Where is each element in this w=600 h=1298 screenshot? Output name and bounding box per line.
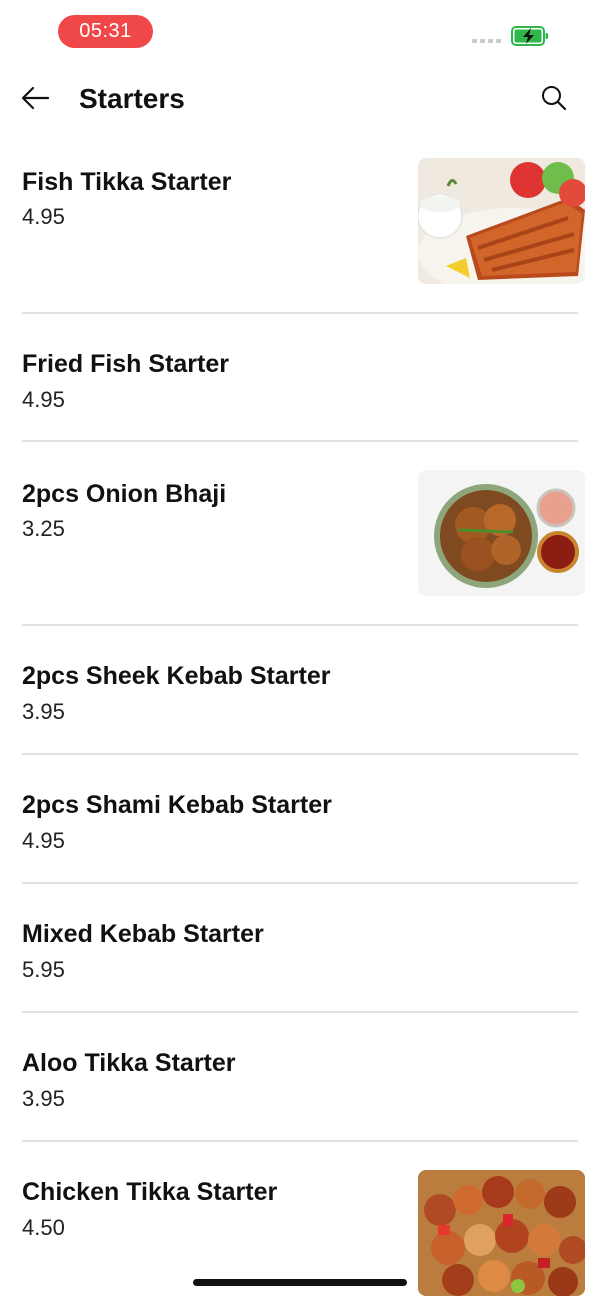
status-time: 05:31 <box>58 15 153 48</box>
item-name: Fried Fish Starter <box>22 350 229 378</box>
search-icon[interactable] <box>538 82 570 114</box>
item-image-onion-bhaji <box>418 470 585 596</box>
item-price: 3.95 <box>22 699 65 724</box>
item-price: 3.25 <box>22 516 65 541</box>
signal-icon <box>472 39 501 43</box>
battery-charging-icon <box>511 26 548 46</box>
item-name: Mixed Kebab Starter <box>22 920 264 948</box>
menu-item[interactable]: Chicken Tikka Starter 4.50 <box>0 1142 600 1298</box>
menu-item[interactable]: Mixed Kebab Starter 5.95 <box>0 884 600 1013</box>
item-name: 2pcs Onion Bhaji <box>22 480 227 508</box>
item-price: 4.95 <box>22 387 65 412</box>
home-indicator <box>193 1279 407 1286</box>
item-name: 2pcs Shami Kebab Starter <box>22 791 332 819</box>
menu-item[interactable]: 2pcs Onion Bhaji 3.25 <box>0 442 600 626</box>
menu-item[interactable]: Fried Fish Starter 4.95 <box>0 314 600 442</box>
item-price: 4.50 <box>22 1215 65 1240</box>
item-name: 2pcs Sheek Kebab Starter <box>22 662 331 690</box>
item-price: 4.95 <box>22 828 65 853</box>
status-bar: 05:31 <box>0 0 600 60</box>
item-image-fish-tikka <box>418 158 585 284</box>
item-price: 4.95 <box>22 204 65 229</box>
menu-item[interactable]: 2pcs Shami Kebab Starter 4.95 <box>0 755 600 884</box>
item-name: Aloo Tikka Starter <box>22 1049 236 1077</box>
menu-item[interactable]: Fish Tikka Starter 4.95 <box>0 140 600 314</box>
item-price: 5.95 <box>22 957 65 982</box>
item-name: Chicken Tikka Starter <box>22 1178 278 1206</box>
back-arrow-icon[interactable] <box>18 82 54 114</box>
menu-item[interactable]: Aloo Tikka Starter 3.95 <box>0 1013 600 1142</box>
header: Starters <box>0 60 600 140</box>
menu-item[interactable]: 2pcs Sheek Kebab Starter 3.95 <box>0 626 600 755</box>
page-title: Starters <box>79 83 185 114</box>
item-name: Fish Tikka Starter <box>22 168 232 196</box>
item-price: 3.95 <box>22 1086 65 1111</box>
item-image-chicken-tikka <box>418 1170 585 1296</box>
